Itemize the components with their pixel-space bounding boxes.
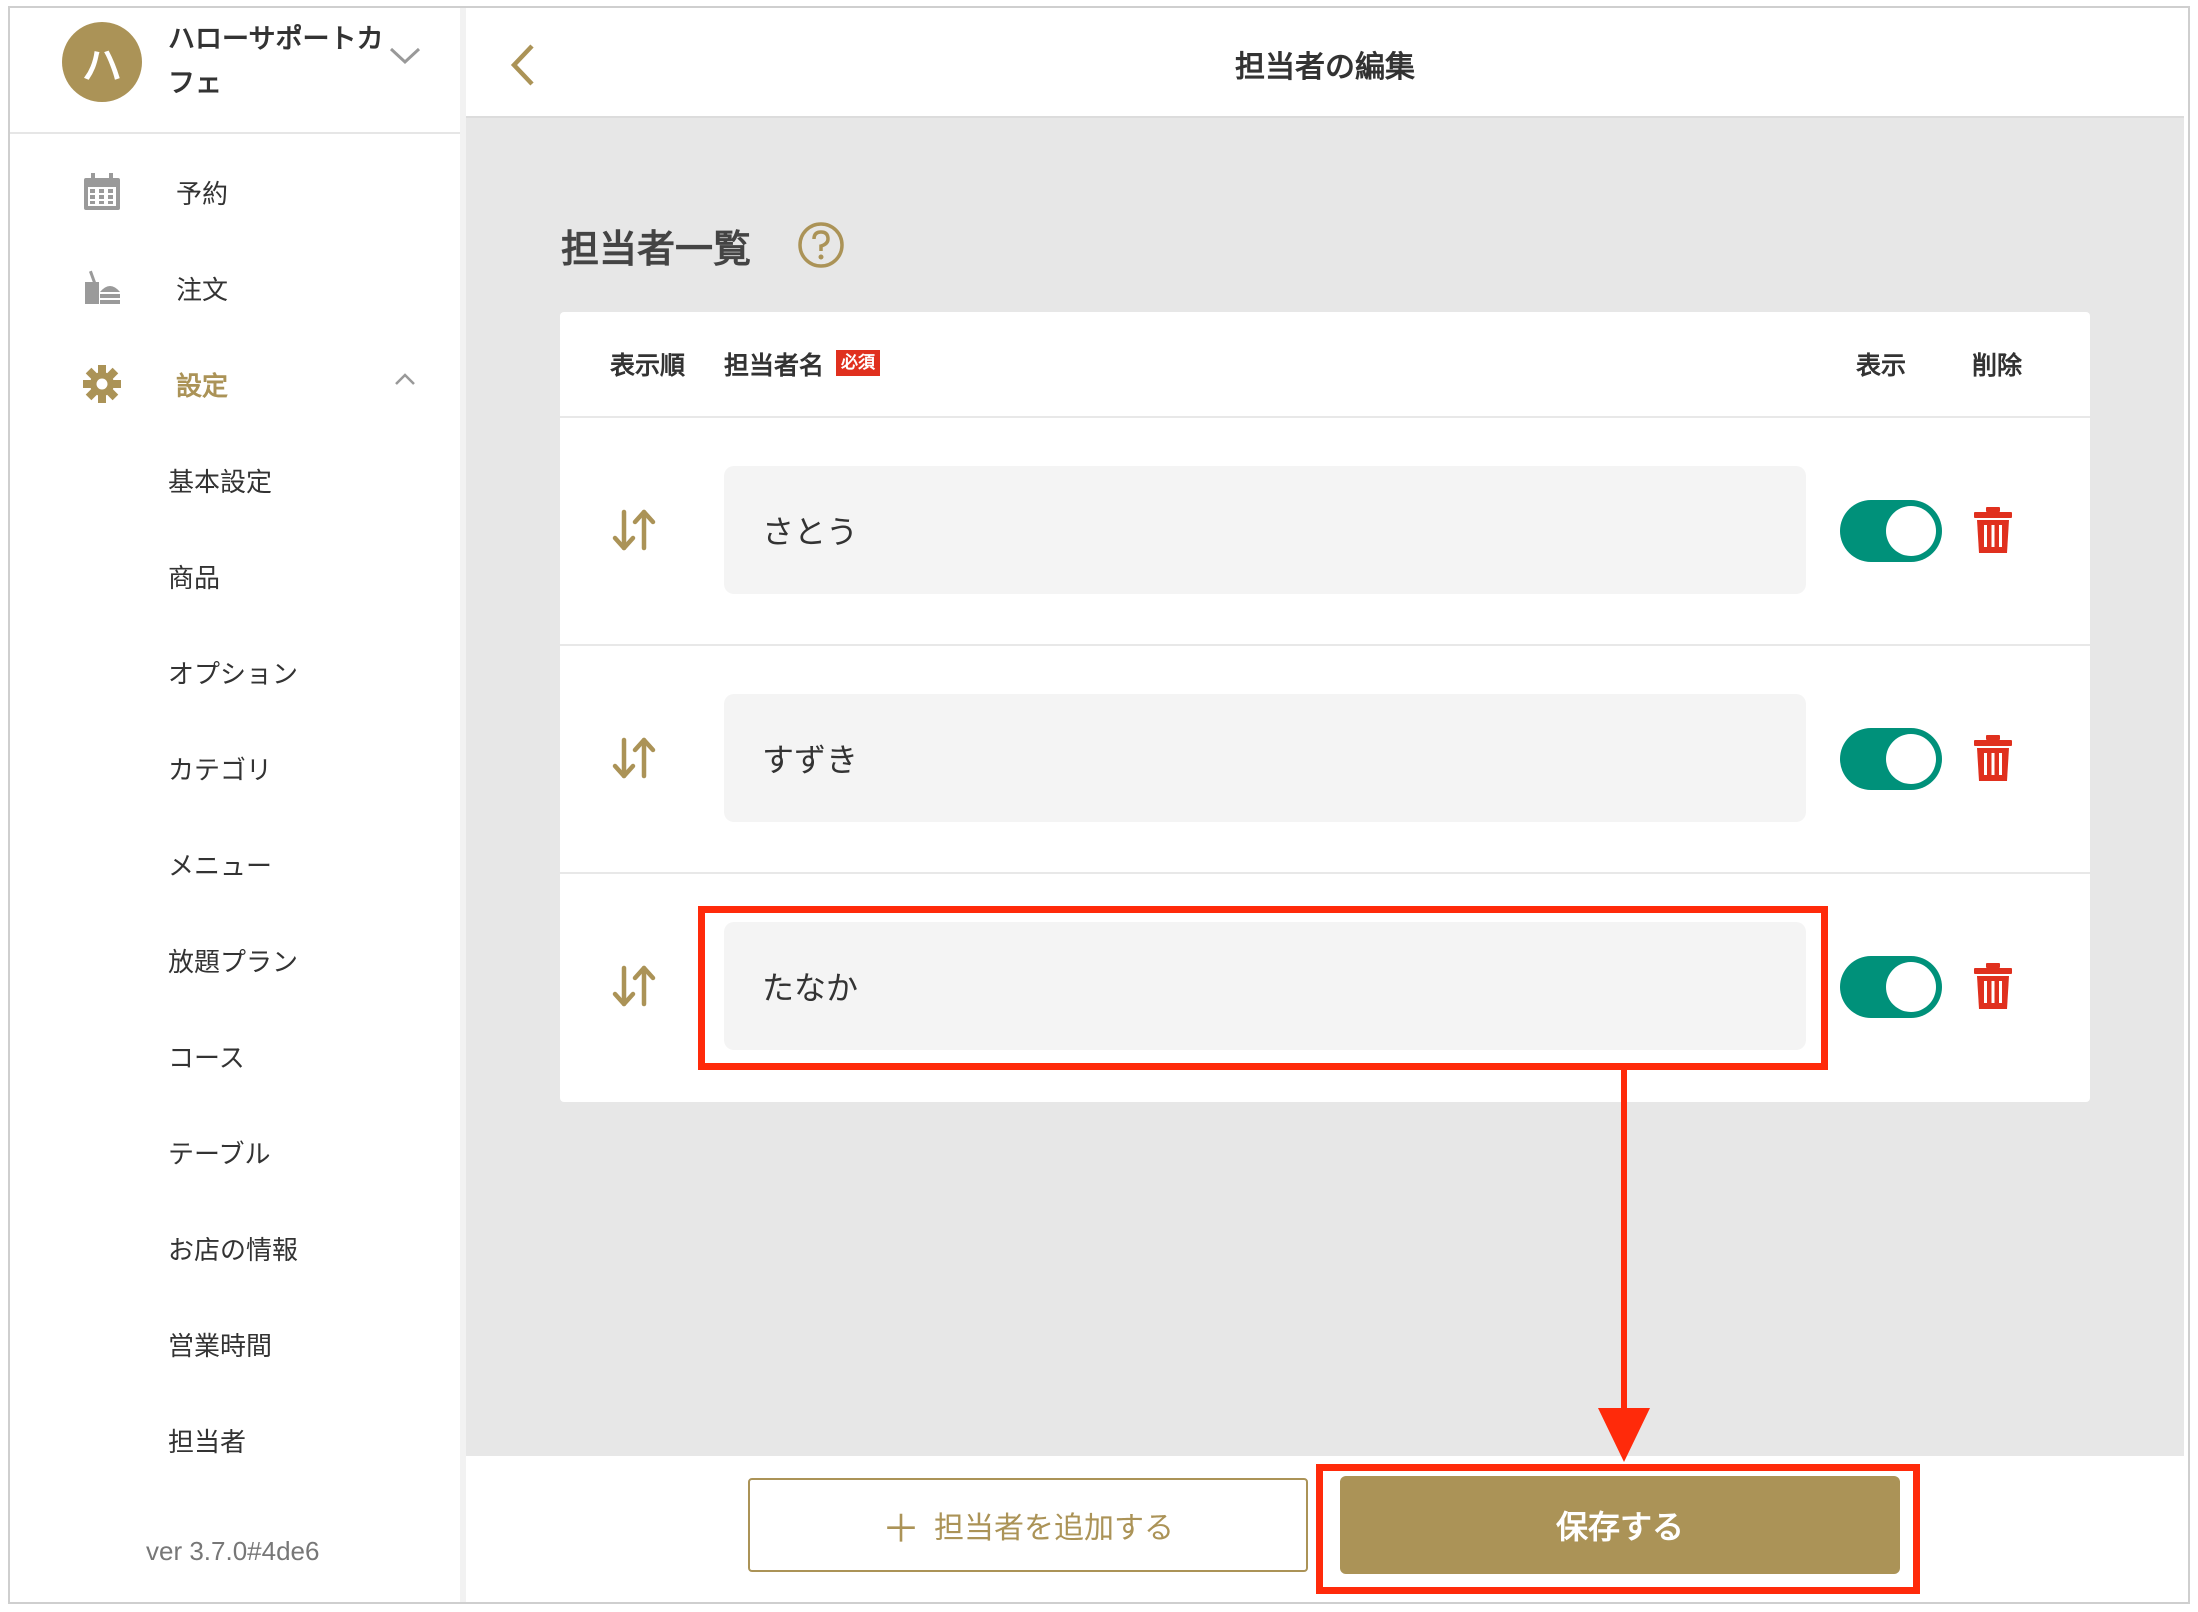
sidebar-item-settings[interactable]: 設定 bbox=[10, 336, 462, 432]
column-header-order: 表示順 bbox=[610, 351, 686, 380]
shop-name: ハローサポートカフェ bbox=[168, 24, 384, 99]
main-content: 担当者一覧 表示順 担当者名 必須 表示 削除 bbox=[466, 118, 2184, 1456]
app-version: ver 3.7.0#4de6 bbox=[146, 1536, 320, 1566]
sidebar-subitem-basic-settings[interactable]: 基本設定 bbox=[10, 432, 462, 528]
sidebar-nav: 予約 注文 設定 基本設定 商品 オプション カテゴリ メニュー 放題プラン コ… bbox=[10, 144, 462, 1488]
order-tray-icon bbox=[85, 270, 120, 304]
page-title: 担当者の編集 bbox=[1235, 50, 1415, 85]
annotation-highlight-new-staff bbox=[698, 906, 1828, 1070]
staff-name-input[interactable] bbox=[724, 694, 1806, 822]
sidebar-subitem-label: テーブル bbox=[168, 1139, 271, 1170]
trash-icon[interactable] bbox=[1972, 734, 2014, 782]
table-row bbox=[560, 646, 2090, 874]
sidebar-item-label: 予約 bbox=[176, 179, 229, 210]
column-header-delete: 削除 bbox=[1972, 351, 2023, 380]
sidebar-subitem-label: 放題プラン bbox=[168, 947, 299, 978]
section-title: 担当者一覧 bbox=[561, 227, 752, 271]
shop-switcher[interactable]: ハ ハローサポートカフェ bbox=[10, 8, 462, 134]
trash-icon[interactable] bbox=[1972, 506, 2014, 554]
sidebar-subitem-label: 営業時間 bbox=[168, 1331, 273, 1362]
sidebar-subitem-all-you-can-plans[interactable]: 放題プラン bbox=[10, 912, 462, 1008]
sidebar-subitem-tables[interactable]: テーブル bbox=[10, 1104, 462, 1200]
sidebar-subitem-shop-info[interactable]: お店の情報 bbox=[10, 1200, 462, 1296]
sidebar-subitem-options[interactable]: オプション bbox=[10, 624, 462, 720]
annotation-arrow-down-icon bbox=[1598, 1068, 1650, 1462]
trash-icon[interactable] bbox=[1972, 962, 2014, 1010]
sidebar: ハ ハローサポートカフェ 予約 注文 設定 基本設定 商品 オプション カテゴリ… bbox=[10, 8, 462, 1602]
toggle-knob bbox=[1886, 734, 1936, 784]
toggle-knob bbox=[1886, 506, 1936, 556]
toggle-knob bbox=[1886, 962, 1936, 1012]
sidebar-subitem-menu[interactable]: メニュー bbox=[10, 816, 462, 912]
chevron-down-icon[interactable] bbox=[388, 46, 422, 66]
calendar-icon bbox=[84, 173, 120, 210]
column-header-name: 担当者名 bbox=[724, 351, 825, 380]
question-circle-icon[interactable] bbox=[796, 220, 846, 270]
sidebar-subitem-courses[interactable]: コース bbox=[10, 1008, 462, 1104]
sidebar-subitem-label: 基本設定 bbox=[168, 467, 273, 498]
annotation-highlight-save bbox=[1316, 1464, 1920, 1594]
required-badge: 必須 bbox=[836, 350, 880, 376]
sidebar-subitem-label: コース bbox=[168, 1043, 245, 1074]
sidebar-item-label: 注文 bbox=[176, 275, 229, 306]
staff-name-input[interactable] bbox=[724, 466, 1806, 594]
avatar: ハ bbox=[62, 22, 142, 102]
sidebar-subitem-staff[interactable]: 担当者 bbox=[10, 1392, 462, 1488]
sidebar-subitem-label: カテゴリ bbox=[168, 755, 273, 786]
plus-icon: ＋ bbox=[881, 1506, 920, 1551]
sidebar-subitem-label: オプション bbox=[168, 659, 299, 690]
sidebar-subitem-label: メニュー bbox=[168, 851, 273, 882]
add-staff-button[interactable]: ＋ 担当者を追加する bbox=[748, 1478, 1308, 1572]
chevron-up-icon[interactable] bbox=[394, 372, 416, 386]
sidebar-item-order[interactable]: 注文 bbox=[10, 240, 462, 336]
sidebar-subitem-label: 商品 bbox=[168, 563, 221, 594]
visibility-toggle[interactable] bbox=[1840, 956, 1942, 1018]
sort-arrows-icon[interactable] bbox=[610, 506, 658, 554]
table-row bbox=[560, 418, 2090, 646]
sort-arrows-icon[interactable] bbox=[610, 734, 658, 782]
visibility-toggle[interactable] bbox=[1840, 500, 1942, 562]
visibility-toggle[interactable] bbox=[1840, 728, 1942, 790]
sidebar-subitem-categories[interactable]: カテゴリ bbox=[10, 720, 462, 816]
sidebar-subitem-business-hours[interactable]: 営業時間 bbox=[10, 1296, 462, 1392]
header: 担当者の編集 bbox=[466, 8, 2184, 118]
sort-arrows-icon[interactable] bbox=[610, 962, 658, 1010]
sidebar-item-label: 設定 bbox=[176, 371, 229, 402]
sidebar-item-reservation[interactable]: 予約 bbox=[10, 144, 462, 240]
sidebar-subitem-label: 担当者 bbox=[168, 1427, 247, 1458]
table-header: 表示順 担当者名 必須 表示 削除 bbox=[560, 312, 2090, 418]
add-staff-label: 担当者を追加する bbox=[934, 1511, 1174, 1546]
sidebar-subitem-label: お店の情報 bbox=[168, 1235, 299, 1266]
column-header-show: 表示 bbox=[1856, 351, 1907, 380]
gear-icon bbox=[83, 365, 121, 403]
sidebar-subitem-products[interactable]: 商品 bbox=[10, 528, 462, 624]
